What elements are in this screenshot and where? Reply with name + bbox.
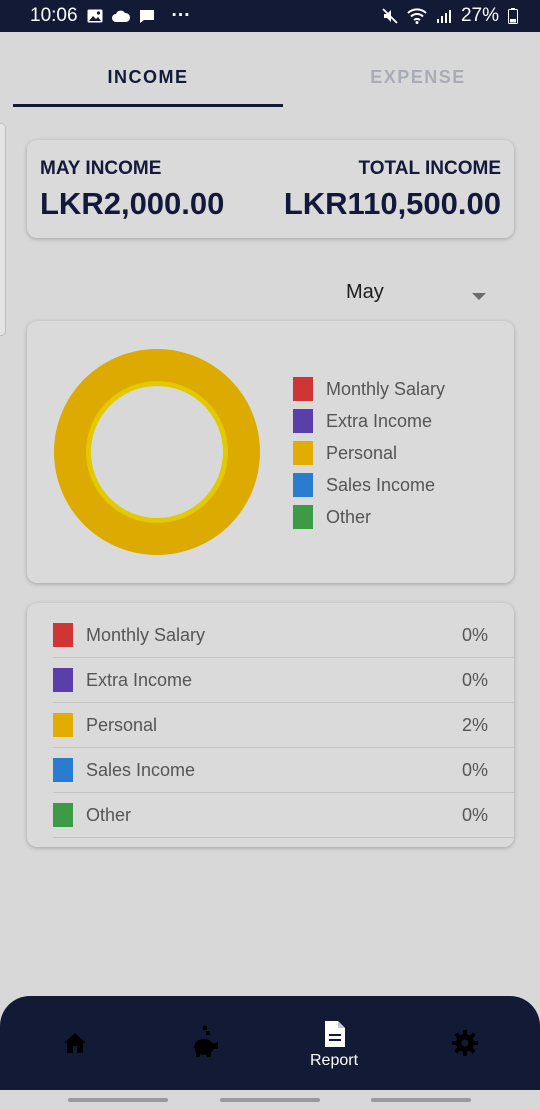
list-item[interactable]: Other 0%	[53, 793, 514, 838]
income-chart-card: Monthly Salary Extra Income Personal Sal…	[27, 321, 514, 583]
income-summary-card: MAY INCOME LKR2,000.00 TOTAL INCOME LKR1…	[27, 140, 514, 238]
nav-settings[interactable]	[425, 996, 505, 1090]
category-percent: 0%	[461, 624, 488, 645]
category-label: Other	[86, 804, 132, 825]
donut-center	[91, 386, 223, 518]
side-drawer-handle[interactable]	[0, 123, 6, 336]
legend-label: Other	[326, 506, 372, 527]
cloud-icon	[111, 10, 130, 22]
legend-label: Monthly Salary	[326, 378, 446, 399]
gesture-line	[68, 1098, 168, 1102]
legend-item: Other	[293, 501, 445, 533]
legend-label: Extra Income	[326, 410, 433, 431]
gesture-line	[220, 1098, 320, 1102]
category-swatch	[53, 803, 73, 827]
legend-item: Extra Income	[293, 405, 445, 437]
tab-expense[interactable]: EXPENSE	[283, 48, 540, 106]
status-bar: 10:06 ··· 27%	[0, 0, 540, 32]
list-item[interactable]: Personal 2%	[53, 703, 514, 748]
total-income-label: TOTAL INCOME	[358, 158, 502, 179]
system-gesture-bar	[0, 1090, 540, 1110]
battery-percent: 27%	[460, 5, 499, 26]
active-tab-indicator	[13, 104, 283, 107]
gear-icon	[452, 1030, 478, 1061]
list-item[interactable]: Monthly Salary 0%	[53, 613, 514, 658]
status-time: 10:06	[30, 5, 78, 26]
nav-report[interactable]: Report	[295, 996, 375, 1090]
chart-legend: Monthly Salary Extra Income Personal Sal…	[293, 373, 445, 533]
legend-label: Personal	[326, 442, 398, 463]
gallery-icon	[87, 9, 103, 23]
piggy-bank-icon	[191, 1024, 219, 1063]
wifi-icon	[407, 8, 427, 24]
legend-swatch	[293, 473, 313, 497]
tab-income[interactable]: INCOME	[13, 48, 283, 106]
legend-item: Monthly Salary	[293, 373, 445, 405]
nav-report-label: Report	[310, 1052, 359, 1069]
category-swatch	[53, 758, 73, 782]
chevron-down-icon	[472, 288, 486, 306]
message-icon	[139, 9, 155, 24]
category-percent: 0%	[461, 669, 488, 690]
income-donut-chart	[54, 349, 260, 555]
nav-savings[interactable]	[165, 996, 245, 1090]
list-item[interactable]: Extra Income 0%	[53, 658, 514, 703]
month-income-label: MAY INCOME	[40, 158, 162, 179]
signal-icon	[436, 9, 452, 23]
category-swatch	[53, 668, 73, 692]
bottom-navigation: Report	[0, 996, 540, 1090]
mute-icon	[382, 8, 398, 24]
legend-swatch	[293, 505, 313, 529]
legend-item: Personal	[293, 437, 445, 469]
category-label: Personal	[86, 714, 158, 735]
category-percent: 2%	[461, 714, 488, 735]
list-item[interactable]: Sales Income 0%	[53, 748, 514, 793]
category-swatch	[53, 623, 73, 647]
battery-icon	[508, 8, 518, 24]
month-dropdown[interactable]: May	[330, 272, 495, 312]
legend-swatch	[293, 441, 313, 465]
legend-item: Sales Income	[293, 469, 445, 501]
home-icon	[63, 1032, 87, 1059]
category-percent: 0%	[461, 759, 488, 780]
category-label: Extra Income	[86, 669, 193, 690]
category-label: Monthly Salary	[86, 624, 206, 645]
nav-home[interactable]	[35, 996, 115, 1090]
report-icon	[324, 1020, 346, 1053]
category-percent: 0%	[461, 804, 488, 825]
legend-label: Sales Income	[326, 474, 436, 495]
legend-swatch	[293, 377, 313, 401]
total-income-value: LKR110,500.00	[283, 186, 501, 221]
legend-swatch	[293, 409, 313, 433]
month-income-value: LKR2,000.00	[40, 186, 225, 221]
category-label: Sales Income	[86, 759, 196, 780]
tab-bar: INCOME EXPENSE	[13, 48, 540, 108]
category-breakdown-list: Monthly Salary 0% Extra Income 0% Person…	[27, 603, 514, 847]
category-swatch	[53, 713, 73, 737]
status-overflow: ···	[171, 5, 191, 26]
month-dropdown-value: May	[346, 280, 384, 303]
gesture-line	[371, 1098, 471, 1102]
